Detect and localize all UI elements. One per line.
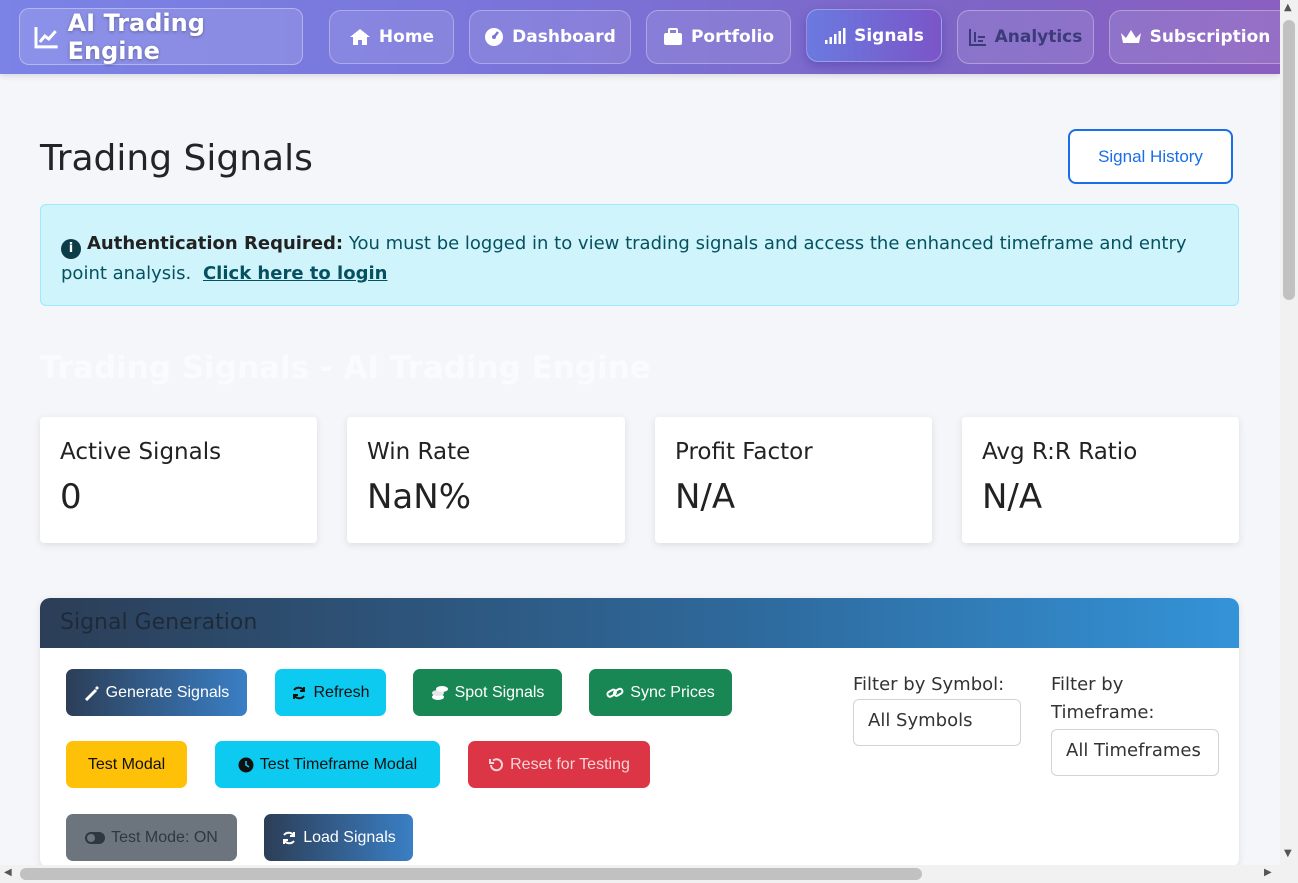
stat-card-active-signals: Active Signals 0 xyxy=(40,417,317,543)
test-mode-label: Test Mode: ON xyxy=(111,828,218,846)
home-icon xyxy=(349,29,370,45)
stat-value: N/A xyxy=(675,477,736,517)
page-title: Trading Signals xyxy=(40,138,313,179)
clock-icon xyxy=(238,757,254,772)
nav-portfolio-label: Portfolio xyxy=(690,27,775,47)
stat-value: 0 xyxy=(60,477,82,517)
load-signals-button[interactable]: Load Signals xyxy=(264,814,413,861)
stat-value: N/A xyxy=(982,477,1043,517)
test-timeframe-label: Test Timeframe Modal xyxy=(259,755,418,773)
toggle-on-icon xyxy=(85,831,106,844)
briefcase-icon xyxy=(663,28,682,45)
nav-subscription[interactable]: Subscription xyxy=(1109,10,1280,64)
auth-alert: i Authentication Required: You must be lo… xyxy=(40,204,1239,306)
stat-label: Win Rate xyxy=(367,439,471,465)
scroll-right-arrow-icon[interactable]: ▶ xyxy=(1264,867,1272,878)
coins-icon xyxy=(431,685,448,700)
signal-generation-panel: Signal Generation Generate Signals Refre… xyxy=(40,598,1239,868)
test-mode-toggle[interactable]: Test Mode: ON xyxy=(66,814,237,861)
stat-card-win-rate: Win Rate NaN% xyxy=(347,417,625,543)
brand-logo[interactable]: AI Trading Engine xyxy=(19,8,303,65)
spot-signals-button[interactable]: Spot Signals xyxy=(413,669,562,716)
scroll-up-arrow-icon[interactable]: ▲ xyxy=(1284,2,1292,13)
spot-signals-label: Spot Signals xyxy=(454,683,545,701)
refresh-button[interactable]: Refresh xyxy=(275,669,386,716)
timeframe-filter-select[interactable]: All Timeframes xyxy=(1051,729,1219,776)
test-modal-label: Test Modal xyxy=(87,755,166,773)
info-icon: i xyxy=(61,239,81,259)
generate-signals-label: Generate Signals xyxy=(105,683,230,701)
signal-bars-icon xyxy=(825,27,846,44)
symbol-filter-select[interactable]: All Symbols xyxy=(853,699,1021,746)
sync-prices-button[interactable]: Sync Prices xyxy=(589,669,732,716)
nav-dashboard-label: Dashboard xyxy=(512,27,616,47)
stat-label: Avg R:R Ratio xyxy=(982,439,1138,465)
nav-analytics-label: Analytics xyxy=(994,27,1083,47)
test-timeframe-modal-button[interactable]: Test Timeframe Modal xyxy=(215,741,440,788)
ghost-page-heading: Trading Signals - AI Trading Engine xyxy=(40,350,651,386)
panel-title: Signal Generation xyxy=(40,598,1239,648)
chart-bar-icon xyxy=(968,29,986,46)
link-icon xyxy=(606,687,624,698)
login-link[interactable]: Click here to login xyxy=(203,263,387,284)
stat-label: Active Signals xyxy=(60,439,222,465)
vertical-scrollbar[interactable]: ▲ ▼ xyxy=(1280,0,1298,865)
signal-history-button[interactable]: Signal History xyxy=(1068,129,1233,184)
refresh-icon xyxy=(283,831,296,844)
reset-for-testing-button[interactable]: Reset for Testing xyxy=(468,741,650,788)
dashboard-icon xyxy=(485,28,504,46)
undo-icon xyxy=(489,757,504,771)
refresh-label: Refresh xyxy=(313,683,370,701)
generate-signals-button[interactable]: Generate Signals xyxy=(66,669,247,716)
scroll-left-arrow-icon[interactable]: ◀ xyxy=(4,867,12,878)
brand-name: AI Trading Engine xyxy=(67,8,205,65)
sync-prices-label: Sync Prices xyxy=(630,683,715,701)
nav-dashboard[interactable]: Dashboard xyxy=(469,10,631,64)
nav-subscription-label: Subscription xyxy=(1149,27,1271,47)
nav-signals-label: Signals xyxy=(854,25,924,46)
nav-home[interactable]: Home xyxy=(329,10,454,64)
timeframe-filter-label: Filter by Timeframe: xyxy=(1051,674,1155,723)
reset-label: Reset for Testing xyxy=(510,755,630,773)
stat-value: NaN% xyxy=(367,477,472,517)
magic-wand-icon xyxy=(84,685,99,701)
symbol-filter-label: Filter by Symbol: xyxy=(853,674,1005,695)
nav-portfolio[interactable]: Portfolio xyxy=(646,10,791,64)
stat-label: Profit Factor xyxy=(675,439,813,465)
horizontal-scrollbar[interactable]: ◀ ▶ xyxy=(0,865,1298,883)
stat-card-profit-factor: Profit Factor N/A xyxy=(655,417,932,543)
crown-icon xyxy=(1120,30,1141,43)
top-navbar: AI Trading Engine Home Dashboard Portfol… xyxy=(0,0,1280,74)
load-signals-label: Load Signals xyxy=(303,828,396,846)
alert-strong: Authentication Required: xyxy=(87,233,344,254)
vertical-scroll-thumb[interactable] xyxy=(1283,20,1295,300)
nav-signals[interactable]: Signals xyxy=(806,9,942,62)
chart-line-icon xyxy=(34,26,58,48)
stat-card-avg-rr: Avg R:R Ratio N/A xyxy=(962,417,1239,543)
scroll-down-arrow-icon[interactable]: ▼ xyxy=(1284,848,1292,859)
nav-home-label: Home xyxy=(378,27,435,47)
nav-analytics[interactable]: Analytics xyxy=(957,10,1094,64)
horizontal-scroll-thumb[interactable] xyxy=(20,868,922,880)
test-modal-button[interactable]: Test Modal xyxy=(66,741,187,788)
refresh-icon xyxy=(293,686,306,699)
